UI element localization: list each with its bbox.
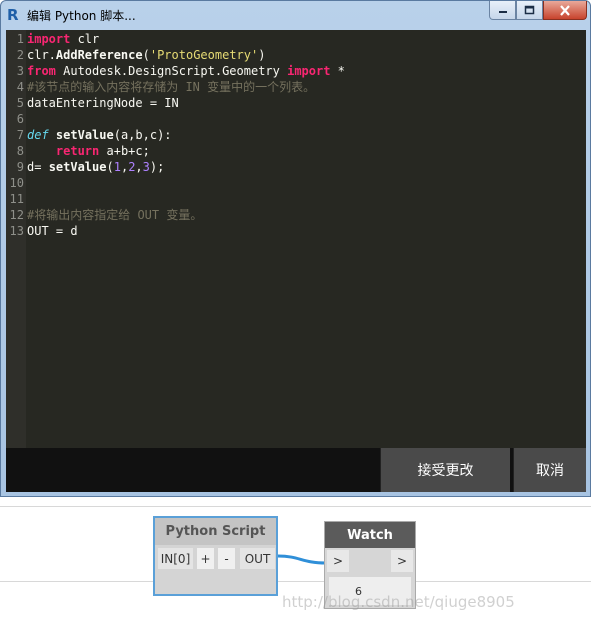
code-token: from [27, 64, 56, 78]
code-token: , [135, 160, 143, 174]
code-token: ( [106, 160, 114, 174]
code-token: 3 [142, 160, 150, 174]
watermark: http://blog.csdn.net/qiuge8905 [282, 593, 515, 611]
code-line[interactable]: 9 d= setValue(1,2,3); [6, 159, 586, 175]
accept-changes-button[interactable]: 接受更改 [380, 448, 510, 492]
window-title: 编辑 Python 脚本... [27, 9, 136, 23]
code-text: def setValue(a,b,c): [27, 127, 172, 143]
button-bar: 接受更改 取消 [6, 448, 586, 492]
code-token: * [330, 64, 345, 78]
line-number: 6 [16, 112, 24, 126]
code-text: clr.AddReference('ProtoGeometry') [27, 47, 265, 63]
code-editor[interactable]: 1 import clr 2 clr.AddReference('ProtoGeome… [6, 30, 586, 448]
code-token: ) [258, 48, 266, 62]
close-button[interactable] [543, 1, 587, 20]
title-bar[interactable]: R 编辑 Python 脚本... [1, 1, 590, 29]
maximize-icon [524, 5, 535, 15]
code-token: import [27, 32, 71, 46]
code-token: clr [70, 32, 100, 46]
code-line[interactable]: 2 clr.AddReference('ProtoGeometry') [6, 47, 586, 63]
code-text: #将输出内容指定给 OUT 变量。 [27, 207, 202, 223]
line-number: 13 [9, 224, 24, 238]
line-number: 10 [9, 176, 24, 190]
code-text: d= setValue(1,2,3); [27, 159, 164, 175]
code-line[interactable]: 1 import clr [6, 31, 586, 47]
line-number: 12 [9, 208, 24, 222]
code-token: 1 [113, 160, 121, 174]
python-editor-window: R 编辑 Python 脚本... 1 import clr 2 clr.AddRef… [0, 0, 591, 497]
code-text: from Autodesk.DesignScript.Geometry impo… [27, 63, 345, 79]
code-token: d= [27, 160, 49, 174]
code-text: OUT = d [27, 223, 78, 239]
input-port-in0[interactable]: IN[0] [158, 548, 193, 569]
code-token: dataEnteringNode = IN [27, 96, 179, 110]
code-token: ( [142, 48, 150, 62]
minimize-icon [498, 11, 507, 13]
watch-input-port[interactable]: > [327, 550, 349, 572]
line-number: 2 [16, 48, 24, 62]
line-number: 8 [16, 144, 24, 158]
python-script-node[interactable]: Python Script IN[0] + - OUT [153, 516, 278, 596]
python-node-title: Python Script [155, 518, 276, 545]
code-token: import [287, 64, 331, 78]
line-number: 3 [16, 64, 24, 78]
code-token: Autodesk.DesignScript.Geometry [55, 64, 288, 78]
code-token: OUT = d [27, 224, 78, 238]
code-line[interactable]: 11 [6, 191, 586, 207]
code-token: a+b+c; [99, 144, 150, 158]
code-token: clr. [27, 48, 56, 62]
revit-app-icon: R [7, 6, 19, 24]
code-line[interactable]: 13 OUT = d [6, 223, 586, 239]
line-number: 4 [16, 80, 24, 94]
remove-input-button[interactable]: - [218, 548, 235, 569]
code-line[interactable]: 5 dataEnteringNode = IN [6, 95, 586, 111]
code-text: import clr [27, 31, 99, 47]
code-token: setValue [55, 128, 114, 142]
code-token: #该节点的输入内容将存储为 IN 变量中的一个列表。 [27, 80, 316, 94]
close-icon [560, 4, 570, 16]
code-token: return [55, 144, 100, 158]
code-token: ); [149, 160, 165, 174]
code-token: def [27, 128, 49, 142]
code-line[interactable]: 10 [6, 175, 586, 191]
line-number: 5 [16, 96, 24, 110]
code-token: 'ProtoGeometry' [149, 48, 259, 62]
minimize-button[interactable] [489, 1, 516, 20]
code-token: setValue [48, 160, 107, 174]
line-number: 7 [16, 128, 24, 142]
dynamo-canvas[interactable]: Python Script IN[0] + - OUT Watch > > 6 … [0, 497, 591, 623]
code-line[interactable]: 6 [6, 111, 586, 127]
watch-output-port[interactable]: > [391, 550, 413, 572]
cancel-button[interactable]: 取消 [513, 448, 586, 492]
code-token: (a,b,c): [113, 128, 172, 142]
add-input-button[interactable]: + [197, 548, 214, 569]
line-number: 1 [16, 32, 24, 46]
code-line[interactable]: 3 from Autodesk.DesignScript.Geometry imp… [6, 63, 586, 79]
line-number: 11 [9, 192, 24, 206]
code-text: #该节点的输入内容将存储为 IN 变量中的一个列表。 [27, 79, 315, 95]
watch-node-title: Watch [325, 522, 415, 548]
maximize-button[interactable] [516, 1, 543, 20]
code-line[interactable]: 12 #将输出内容指定给 OUT 变量。 [6, 207, 586, 223]
line-number: 9 [16, 160, 24, 174]
code-text: return a+b+c; [27, 143, 150, 159]
code-line[interactable]: 7 def setValue(a,b,c): [6, 127, 586, 143]
code-line[interactable]: 8 return a+b+c; [6, 143, 586, 159]
code-line[interactable]: 4 #该节点的输入内容将存储为 IN 变量中的一个列表。 [6, 79, 586, 95]
code-token: AddReference [55, 48, 143, 62]
code-token: #将输出内容指定给 OUT 变量。 [27, 208, 203, 222]
code-text: dataEnteringNode = IN [27, 95, 179, 111]
output-port-out[interactable]: OUT [240, 548, 275, 569]
